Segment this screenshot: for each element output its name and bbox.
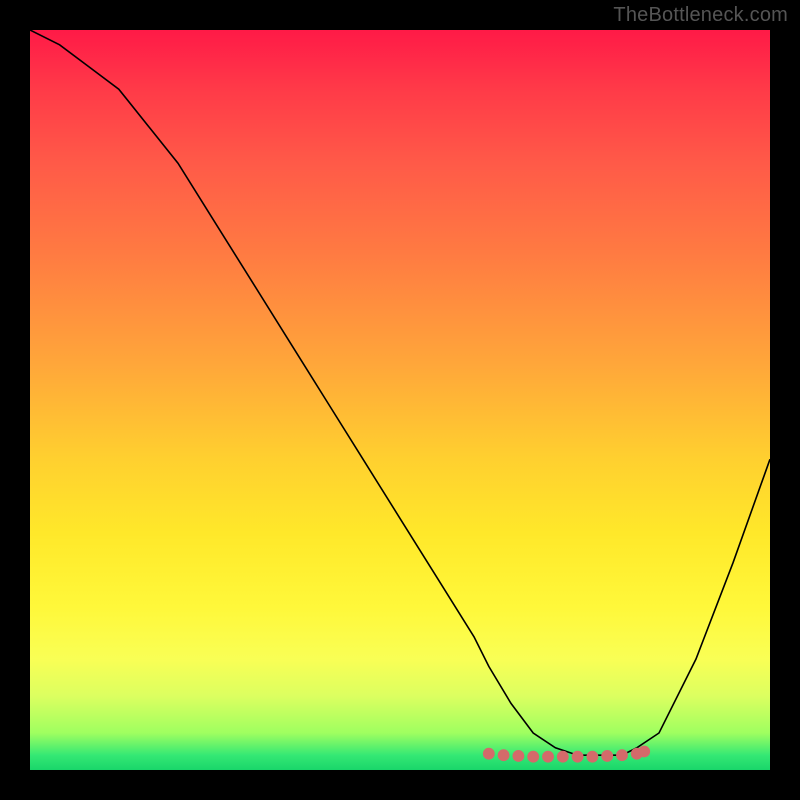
marker-dot [498,749,510,761]
bottleneck-curve [30,30,770,755]
chart-svg [30,30,770,770]
marker-dot [638,746,650,758]
marker-dot [527,751,539,763]
marker-dot [616,749,628,761]
marker-dot [572,751,584,763]
chart-plot-area [30,30,770,770]
watermark-text: TheBottleneck.com [613,4,788,27]
marker-dot [542,751,554,763]
marker-dot [557,751,569,763]
marker-dot [586,751,598,763]
marker-dot [601,750,613,762]
marker-dot [512,750,524,762]
optimal-zone-markers [483,746,650,763]
marker-dot [483,748,495,760]
